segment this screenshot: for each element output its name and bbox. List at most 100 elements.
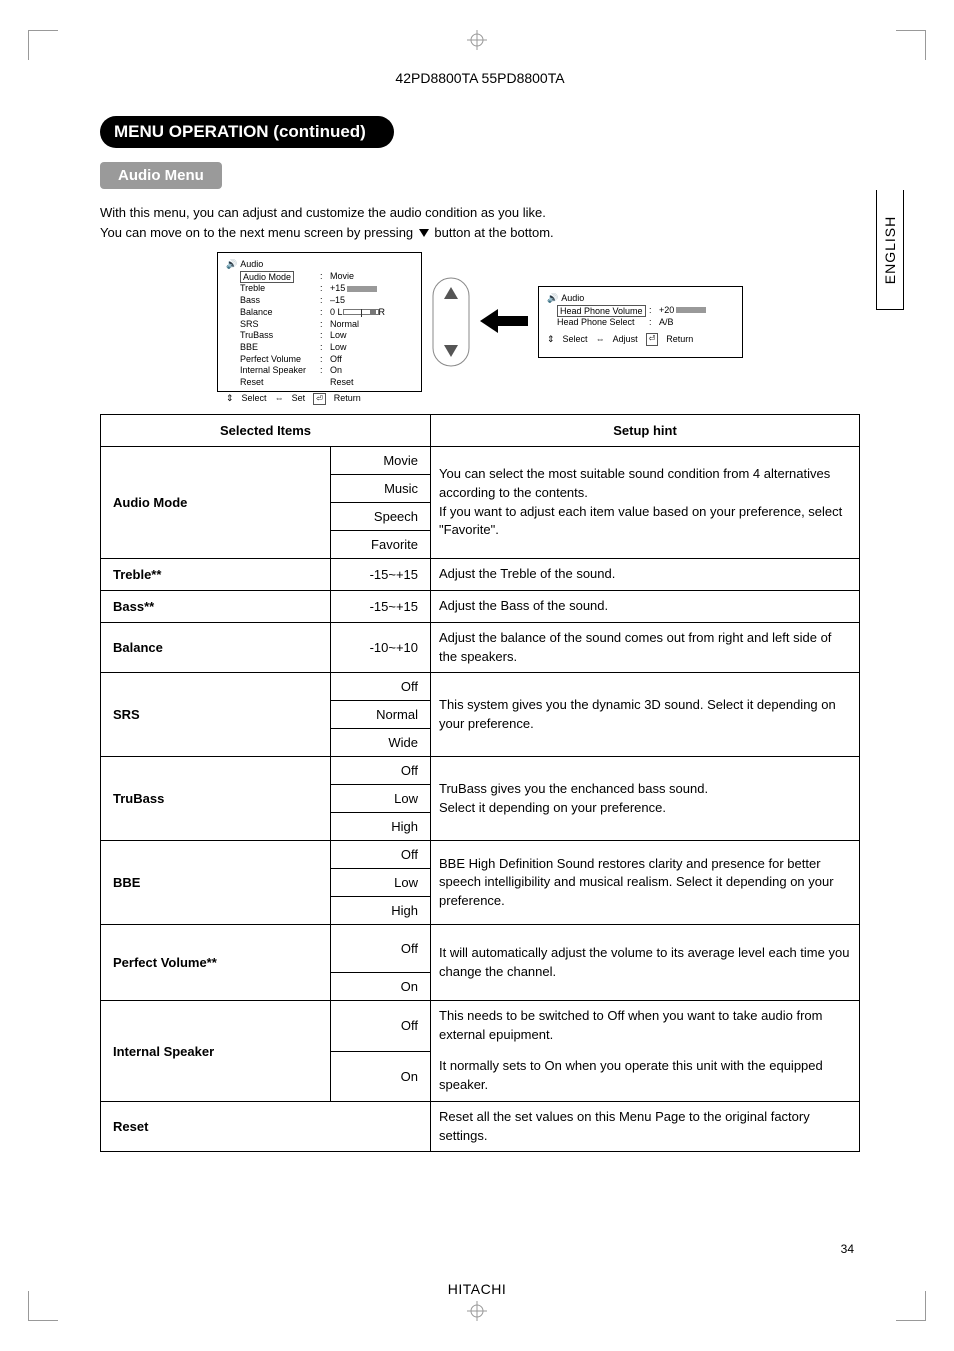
bar-icon xyxy=(347,286,377,292)
return-icon: ⏎ xyxy=(646,333,659,345)
left-arrow-icon xyxy=(480,309,528,336)
table-hint: It will automatically adjust the volume … xyxy=(431,925,860,1001)
table-value: High xyxy=(331,813,431,841)
table-value: Wide xyxy=(331,729,431,757)
osd-val: –15 xyxy=(330,295,345,307)
intro-line-1: With this menu, you can adjust and custo… xyxy=(100,205,546,220)
table-hint: BBE High Definition Sound restores clari… xyxy=(431,841,860,925)
table-item-label: SRS xyxy=(101,673,331,757)
table-item-label: Internal Speaker xyxy=(101,1001,331,1101)
osd-item: Treble xyxy=(240,283,320,295)
speaker-icon: 🔊 xyxy=(547,293,558,305)
table-header-hint: Setup hint xyxy=(431,415,860,447)
table-hint: It normally sets to On when you operate … xyxy=(431,1051,860,1101)
osd-left: 🔊 Audio Audio Mode:Movie Treble:+15 Bass… xyxy=(217,252,422,392)
table-value: -10~+10 xyxy=(331,622,431,673)
osd-item: Bass xyxy=(240,295,320,307)
osd-row: 🔊 Audio Audio Mode:Movie Treble:+15 Bass… xyxy=(100,252,860,392)
osd-val: Off xyxy=(330,354,342,366)
balance-bar-icon xyxy=(343,309,379,315)
table-hint: This system gives you the dynamic 3D sou… xyxy=(431,673,860,757)
osd-footer-return: Return xyxy=(334,393,361,405)
intro-text: With this menu, you can adjust and custo… xyxy=(100,203,860,242)
osd-item: SRS xyxy=(240,319,320,331)
section-title: MENU OPERATION (continued) xyxy=(100,116,394,148)
language-label: ENGLISH xyxy=(882,215,898,283)
updown-icon: ⇕ xyxy=(226,393,234,405)
settings-table: Selected Items Setup hint Audio Mode Mov… xyxy=(100,414,860,1152)
table-value: -15~+15 xyxy=(331,559,431,591)
nav-arrows xyxy=(432,277,470,367)
table-item-label: Treble** xyxy=(101,559,331,591)
table-header-items: Selected Items xyxy=(101,415,431,447)
balance-r: R xyxy=(379,307,386,317)
table-value: On xyxy=(331,973,431,1001)
table-item-label: BBE xyxy=(101,841,331,925)
osd-footer-select: Select xyxy=(563,334,588,346)
language-tab: ENGLISH xyxy=(876,190,904,310)
table-value: On xyxy=(331,1051,431,1101)
table-hint: Adjust the Bass of the sound. xyxy=(431,590,860,622)
osd-val: On xyxy=(330,365,342,377)
osd-val: +15 xyxy=(330,283,345,293)
table-hint: You can select the most suitable sound c… xyxy=(431,447,860,559)
osd-val: A/B xyxy=(659,317,674,329)
table-item-label: Reset xyxy=(101,1101,431,1152)
osd-footer-adjust: Adjust xyxy=(613,334,638,346)
table-value: Favorite xyxy=(331,531,431,559)
footer-brand: HITACHI xyxy=(448,1281,506,1297)
table-value: Speech xyxy=(331,503,431,531)
osd-footer-set: Set xyxy=(292,393,306,405)
subsection-title: Audio Menu xyxy=(100,162,222,189)
osd-val: Reset xyxy=(330,377,354,389)
table-value: Off xyxy=(331,673,431,701)
table-hint: Adjust the balance of the sound comes ou… xyxy=(431,622,860,673)
table-item-label: Audio Mode xyxy=(101,447,331,559)
speaker-icon: 🔊 xyxy=(226,259,237,271)
osd-item: Head Phone Select xyxy=(557,317,649,329)
table-value: Off xyxy=(331,1001,431,1051)
table-hint: TruBass gives you the enchanced bass sou… xyxy=(431,757,860,841)
table-item-label: TruBass xyxy=(101,757,331,841)
table-value: Off xyxy=(331,757,431,785)
osd-val: Movie xyxy=(330,271,354,284)
table-hint: This needs to be switched to Off when yo… xyxy=(431,1001,860,1051)
model-header: 42PD8800TA 55PD8800TA xyxy=(100,70,860,86)
table-value: Normal xyxy=(331,701,431,729)
table-value: -15~+15 xyxy=(331,590,431,622)
page-number: 34 xyxy=(841,1242,854,1256)
osd-item: Audio Mode xyxy=(240,271,294,284)
updown-pill-icon xyxy=(432,277,470,367)
osd-val: 0 xyxy=(330,307,335,317)
osd-item: BBE xyxy=(240,342,320,354)
table-value: Off xyxy=(331,841,431,869)
intro-line-2b: button at the bottom. xyxy=(434,225,553,240)
table-value: Music xyxy=(331,475,431,503)
intro-line-2a: You can move on to the next menu screen … xyxy=(100,225,417,240)
osd-item: Internal Speaker xyxy=(240,365,320,377)
table-value: Movie xyxy=(331,447,431,475)
osd-item: TruBass xyxy=(240,330,320,342)
bar-icon xyxy=(676,307,706,313)
table-hint: Adjust the Treble of the sound. xyxy=(431,559,860,591)
table-value: Low xyxy=(331,785,431,813)
table-value: High xyxy=(331,897,431,925)
osd-val: Low xyxy=(330,330,347,342)
table-value: Low xyxy=(331,869,431,897)
osd-val: +20 xyxy=(659,305,674,315)
osd-right-title: Audio xyxy=(561,293,584,305)
table-value: Off xyxy=(331,925,431,973)
osd-item: Balance xyxy=(240,307,320,319)
osd-left-title: Audio xyxy=(240,259,263,271)
down-arrow-icon xyxy=(419,229,429,237)
updown-icon: ⇕ xyxy=(547,334,555,346)
osd-item: Reset xyxy=(240,377,320,389)
leftright-icon: ⇔ xyxy=(275,393,284,405)
osd-right: 🔊 Audio Head Phone Volume:+20 Head Phone… xyxy=(538,286,743,358)
leftright-icon: ⇔ xyxy=(596,334,605,346)
osd-item: Head Phone Volume xyxy=(557,305,646,318)
table-item-label: Perfect Volume** xyxy=(101,925,331,1001)
table-item-label: Balance xyxy=(101,622,331,673)
osd-val: Normal xyxy=(330,319,359,331)
osd-footer-select: Select xyxy=(242,393,267,405)
